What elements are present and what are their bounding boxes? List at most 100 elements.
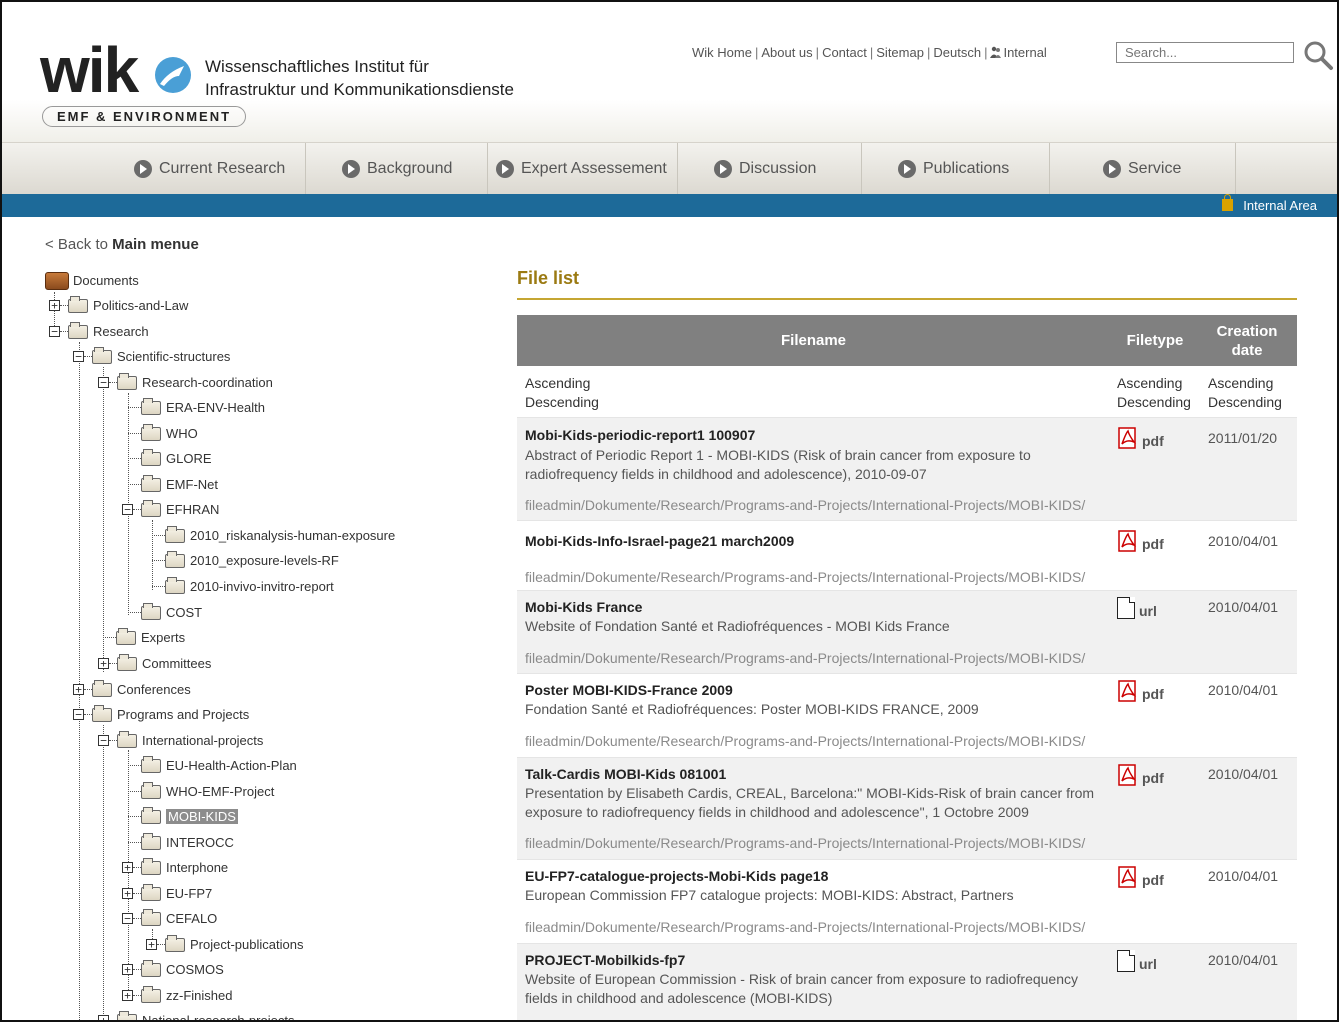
- expand-icon[interactable]: +: [73, 684, 84, 695]
- nav-expert-assessement[interactable]: Expert Assessement: [488, 143, 678, 195]
- tree-item[interactable]: + National-research-projects: [98, 1008, 294, 1020]
- tree-item[interactable]: − CEFALO: [122, 906, 217, 931]
- file-type[interactable]: url: [1117, 597, 1157, 619]
- search-icon[interactable]: [1302, 39, 1334, 71]
- tree-item[interactable]: EMF-Net: [128, 472, 218, 497]
- collapse-icon[interactable]: −: [98, 735, 109, 746]
- file-table: Filename Filetype Creation date Ascendin…: [517, 315, 1297, 1020]
- file-name-link[interactable]: Poster MOBI-KIDS-France 2009: [525, 682, 733, 698]
- nav-current-research[interactable]: Current Research: [120, 143, 306, 195]
- collapse-icon[interactable]: −: [49, 326, 60, 337]
- tree-item[interactable]: − Programs and Projects: [73, 702, 249, 727]
- tree-item[interactable]: + Interphone: [122, 855, 228, 880]
- file-type[interactable]: pdf: [1117, 530, 1164, 552]
- sort-date-descending[interactable]: Descending: [1208, 393, 1282, 412]
- column-creation-date: Creation date: [1216, 322, 1278, 359]
- tree-item[interactable]: + zz-Finished: [122, 983, 232, 1008]
- sort-filetype-ascending[interactable]: Ascending: [1117, 374, 1191, 393]
- file-name-link[interactable]: EU-FP7-catalogue-projects-Mobi-Kids page…: [525, 868, 828, 884]
- nav-background[interactable]: Background: [306, 143, 488, 195]
- tree-item[interactable]: + Politics-and-Law: [49, 293, 188, 318]
- sort-filename-ascending[interactable]: Ascending: [525, 374, 599, 393]
- expand-icon[interactable]: +: [146, 939, 157, 950]
- tree-item[interactable]: GLORE: [128, 446, 212, 471]
- emf-environment-badge: EMF & ENVIRONMENT: [42, 106, 246, 127]
- file-type[interactable]: pdf: [1117, 427, 1164, 449]
- file-name-link[interactable]: Mobi-Kids-periodic-report1 100907: [525, 427, 755, 443]
- link-wik-home[interactable]: Wik Home: [692, 45, 752, 60]
- search-input[interactable]: [1116, 42, 1294, 63]
- tree-item[interactable]: 2010_exposure-levels-RF: [152, 548, 339, 573]
- file-type[interactable]: pdf: [1117, 866, 1164, 888]
- expand-icon[interactable]: +: [122, 888, 133, 899]
- tree-item[interactable]: − Research: [49, 319, 149, 344]
- tree-item[interactable]: WHO-EMF-Project: [128, 779, 274, 804]
- file-name-link[interactable]: PROJECT-Mobilkids-fp7: [525, 952, 685, 968]
- tree-item[interactable]: 2010-invivo-invitro-report: [152, 574, 334, 599]
- file-date: 2010/04/01: [1208, 952, 1279, 968]
- tree-item[interactable]: − Scientific-structures: [73, 344, 230, 369]
- tree-item[interactable]: 2010_riskanalysis-human-exposure: [152, 523, 395, 548]
- tree-item[interactable]: − EFHRAN: [122, 497, 219, 522]
- sort-filetype-descending[interactable]: Descending: [1117, 393, 1191, 412]
- sort-date-ascending[interactable]: Ascending: [1208, 374, 1282, 393]
- file-description: Presentation by Elisabeth Cardis, CREAL,…: [525, 785, 1095, 820]
- file-type[interactable]: pdf: [1117, 680, 1164, 702]
- file-date: 2011/01/20: [1208, 430, 1278, 446]
- tree-item[interactable]: + Committees: [98, 651, 211, 676]
- file-type[interactable]: pdf: [1117, 764, 1164, 786]
- tree-item[interactable]: ERA-ENV-Health: [128, 395, 265, 420]
- file-name-link[interactable]: Mobi-Kids-Info-Israel-page21 march2009: [525, 533, 794, 549]
- tree-item[interactable]: INTEROCC: [128, 830, 234, 855]
- tree-connector: [103, 725, 104, 1020]
- lock-icon: [1222, 194, 1234, 211]
- file-name-link[interactable]: Mobi-Kids France: [525, 599, 642, 615]
- folder-icon: [117, 653, 137, 671]
- tree-item[interactable]: + EU-FP7: [122, 881, 212, 906]
- tree-item[interactable]: + COSMOS: [122, 957, 224, 982]
- table-row: Poster MOBI-KIDS-France 2009 Fondation S…: [517, 673, 1297, 757]
- wik-logo[interactable]: wik: [40, 38, 139, 102]
- pdf-icon: [1118, 764, 1137, 786]
- collapse-icon[interactable]: −: [98, 377, 109, 388]
- tree-item[interactable]: + Project-publications: [146, 932, 303, 957]
- nav-publications[interactable]: Publications: [862, 143, 1050, 195]
- collapse-icon[interactable]: −: [73, 709, 84, 720]
- expand-icon[interactable]: +: [122, 964, 133, 975]
- tree-item-documents[interactable]: Documents: [45, 268, 139, 293]
- tree-item[interactable]: − International-projects: [98, 728, 263, 753]
- tree-item-mobi-kids[interactable]: MOBI-KIDS: [128, 804, 238, 829]
- tree-item[interactable]: Experts: [103, 625, 185, 650]
- link-sitemap[interactable]: Sitemap: [876, 45, 924, 60]
- nav-service[interactable]: Service: [1050, 143, 1236, 195]
- collapse-icon[interactable]: −: [73, 351, 84, 362]
- tree-item[interactable]: EU-Health-Action-Plan: [128, 753, 297, 778]
- main-nav: Current Research Background Expert Asses…: [2, 142, 1337, 195]
- link-contact[interactable]: Contact: [822, 45, 867, 60]
- nav-discussion[interactable]: Discussion: [678, 143, 862, 195]
- expand-icon[interactable]: +: [122, 990, 133, 1001]
- pdf-icon: [1118, 866, 1137, 888]
- link-internal[interactable]: Internal: [1003, 45, 1046, 60]
- expand-icon[interactable]: +: [98, 658, 109, 669]
- expand-icon[interactable]: +: [49, 300, 60, 311]
- link-deutsch[interactable]: Deutsch: [933, 45, 981, 60]
- file-type[interactable]: url: [1117, 950, 1157, 972]
- file-name-link[interactable]: Talk-Cardis MOBI-Kids 081001: [525, 766, 726, 782]
- collapse-icon[interactable]: −: [122, 913, 133, 924]
- expand-icon[interactable]: +: [122, 862, 133, 873]
- sort-controls: Ascending Descending Ascending Descending …: [517, 366, 1297, 417]
- file-date: 2010/04/01: [1208, 533, 1279, 549]
- link-about-us[interactable]: About us: [761, 45, 812, 60]
- back-to-main-menu[interactable]: < Back to Main menue: [45, 236, 199, 253]
- tree-item[interactable]: + Conferences: [73, 677, 191, 702]
- folder-icon: [141, 423, 161, 441]
- tree-item[interactable]: WHO: [128, 421, 198, 446]
- tree-item[interactable]: COST: [128, 600, 202, 625]
- sort-filename-descending[interactable]: Descending: [525, 393, 599, 412]
- expand-icon[interactable]: +: [98, 1015, 109, 1020]
- folder-icon: [68, 295, 88, 313]
- collapse-icon[interactable]: −: [122, 504, 133, 515]
- internal-area-link[interactable]: Internal Area: [1222, 194, 1317, 213]
- tree-item[interactable]: − Research-coordination: [98, 370, 273, 395]
